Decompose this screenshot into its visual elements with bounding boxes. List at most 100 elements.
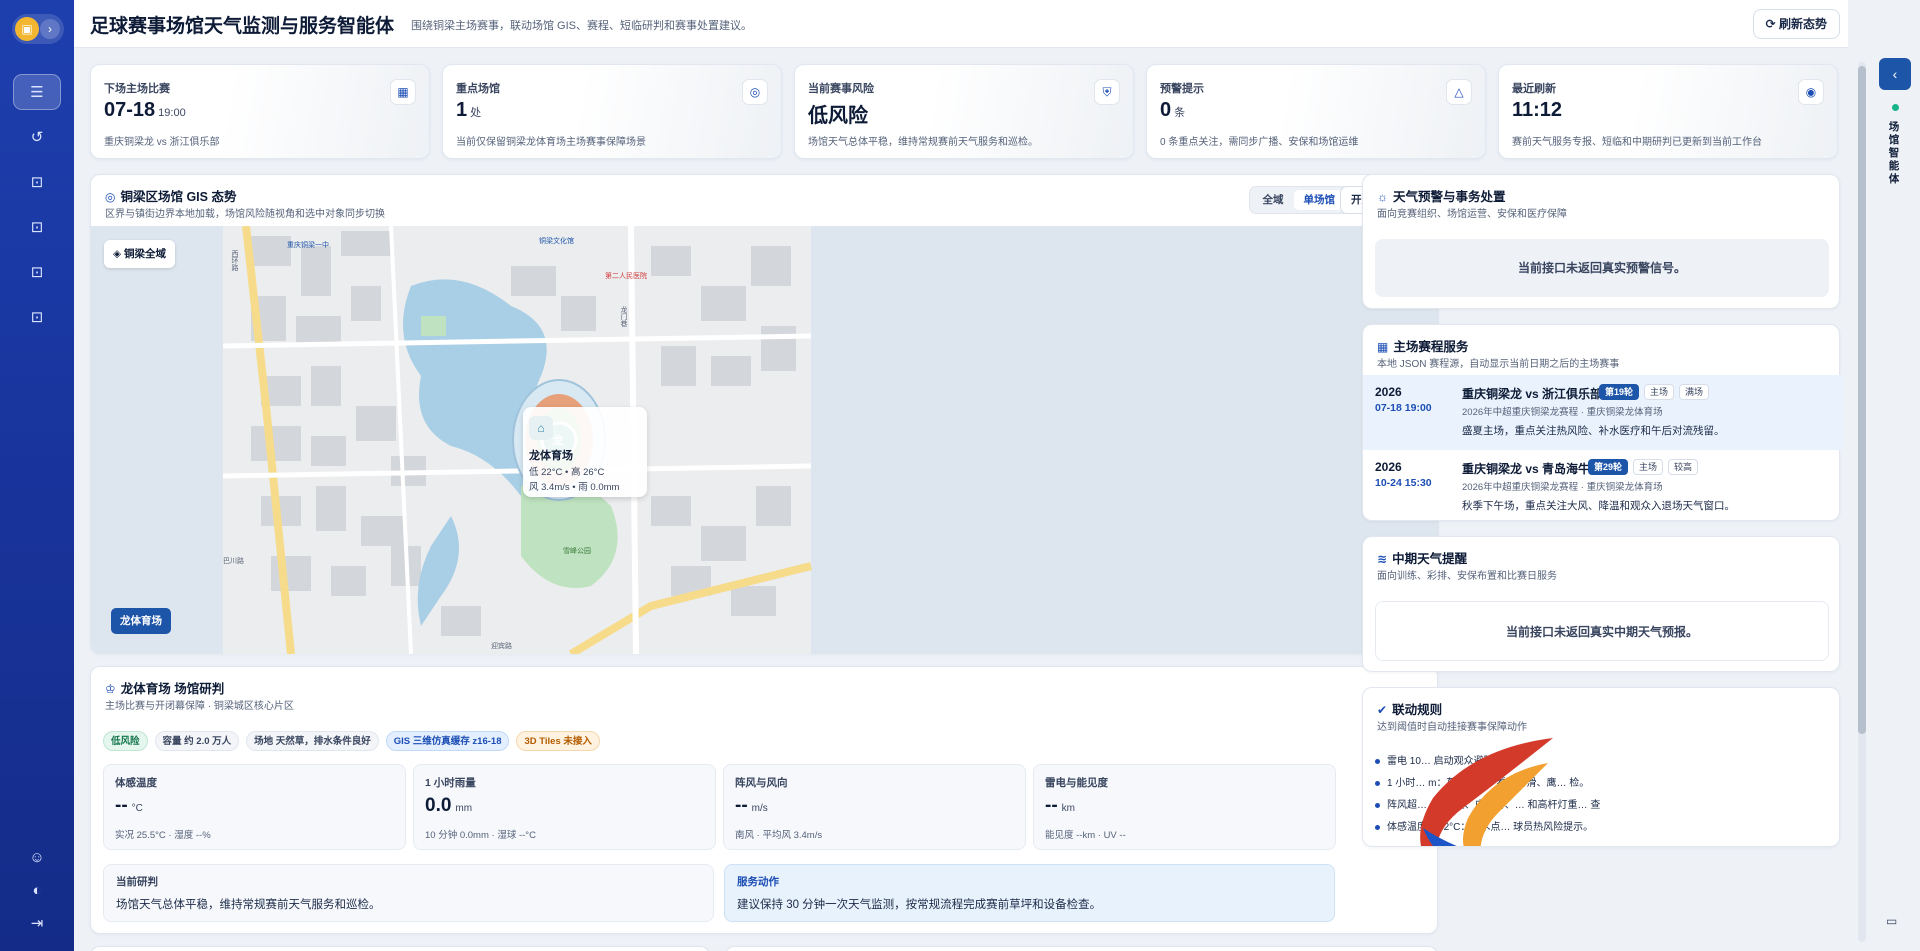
warning-icon: △ (1446, 79, 1472, 105)
kpi-label: 最近刷新 (1512, 83, 1556, 95)
map-canvas (222, 226, 812, 654)
gis-map[interactable]: 龙 重庆铜梁一中 铜梁文化馆 第二人民医院 西环路 龙门巷 雪峰公园 巴川路 迎… (91, 226, 1439, 654)
radar-icon: ◉ (1798, 79, 1824, 105)
layers-icon: ◈ (113, 248, 124, 260)
schedule-item[interactable]: 2026 10-24 15:30 重庆铜梁龙 vs 青岛海牛 第29轮 主场 较… (1363, 450, 1843, 525)
tag: 3D Tiles 未接入 (516, 731, 600, 751)
round-badge: 第19轮 (1599, 384, 1640, 400)
scrollbar[interactable] (1858, 62, 1866, 942)
card-subtitle: 面向竞赛组织、场馆运营、安保和医疗保障 (1377, 209, 1567, 220)
schedule-competition: 2026年中超重庆铜梁龙赛程 · 重庆铜梁龙体育场 (1462, 482, 1663, 493)
kpi-card-next-match: 下场主场比赛 07-18 19:00 重庆铜梁龙 vs 浙江俱乐部 ▦ (90, 64, 430, 159)
venue-chip[interactable]: 龙体育场 (111, 608, 171, 634)
venue-popup[interactable]: ⌂ 龙体育场 低 22°C • 高 26°C 风 3.4m/s • 雨 0.0m… (523, 407, 647, 497)
metric-lightning: 雷电与能见度 -- km 能见度 --km · UV -- (1033, 764, 1336, 850)
metric-note: 南风 · 平均风 3.4m/s (735, 830, 823, 841)
card-title: ▦ 主场赛程服务 (1377, 340, 1469, 354)
schedule-note: 秋季下午场，重点关注大风、降温和观众入退场天气窗口。 (1462, 500, 1735, 512)
right-rail: ‹ 场馆智能体 ▭ (1848, 48, 1920, 951)
map-label: 铜梁文化馆 (539, 238, 574, 245)
popup-temp: 低 22°C • 高 26°C (529, 467, 605, 478)
seg-all[interactable]: 全域 (1253, 190, 1294, 210)
location-icon: ◎ (742, 79, 768, 105)
kpi-desc: 重庆铜梁龙 vs 浙江俱乐部 (104, 137, 220, 148)
metric-note: 实况 25.5°C · 湿度 --% (115, 830, 211, 841)
popup-venue-name: 龙体育场 (529, 450, 573, 462)
kpi-label: 重点场馆 (456, 83, 500, 95)
seg-single-venue[interactable]: 单场馆 (1293, 190, 1345, 210)
comment-icon[interactable]: ▭ (1886, 914, 1897, 928)
stadium-icon: ⌂ (529, 416, 553, 440)
view-toggle: 全域 单场馆 (1248, 186, 1349, 214)
metric-value: -- m/s (735, 795, 768, 816)
schedule-item[interactable]: 2026 07-18 19:00 重庆铜梁龙 vs 浙江俱乐部 第19轮 主场 … (1363, 375, 1843, 450)
location-icon: ◎ (105, 190, 116, 204)
kpi-card-warnings: 预警提示 0条 0 条重点关注，需同步广播、安保和场馆运维 △ (1146, 64, 1486, 159)
map-label: 龙门巷 (620, 306, 627, 327)
venue-research-card: ♔ 龙体育场 场馆研判 主场比赛与开闭幕保障 · 铜梁城区核心片区 低风险 容量 … (90, 666, 1438, 934)
robot-icon: ▣ (15, 17, 39, 41)
expand-icon[interactable]: › (40, 19, 60, 39)
card-subtitle: 面向训练、彩排、安保布置和比赛日服务 (1377, 571, 1557, 582)
refresh-icon: ⟳ (1765, 17, 1779, 31)
map-label: 西环路 (231, 250, 238, 271)
bot-icon[interactable]: ⊡ (13, 300, 61, 336)
agent-panel-label[interactable]: 场馆智能体 (1886, 121, 1902, 186)
metric-label: 体感温度 (115, 777, 157, 789)
scroll-thumb[interactable] (1858, 66, 1866, 734)
kpi-desc: 0 条重点关注，需同步广播、安保和场馆运维 (1160, 137, 1359, 148)
schedule-competition: 2026年中超重庆铜梁龙赛程 · 重庆铜梁龙体育场 (1462, 407, 1663, 418)
metric-note: 能见度 --km · UV -- (1045, 830, 1126, 841)
metric-gust: 阵风与风向 -- m/s 南风 · 平均风 3.4m/s (723, 764, 1026, 850)
schedule-match: 重庆铜梁龙 vs 青岛海牛 (1462, 462, 1591, 476)
trophy-icon: ♔ (105, 682, 116, 696)
rules-panel: ✔ 联动规则 达到阈值时自动挂接赛事保障动作 雷电 10… 启动观众避险广播。 1… (1362, 687, 1840, 847)
kpi-desc: 赛前天气服务专报、短临和中期研判已更新到当前工作台 (1512, 137, 1762, 148)
card-title: ♔ 龙体育场 场馆研判 (105, 682, 225, 696)
calendar-icon: ▦ (390, 79, 416, 105)
home-badge: 主场 (1633, 459, 1664, 475)
current-assessment: 当前研判 场馆天气总体平稳，维持常规赛前天气服务和巡检。 (103, 864, 714, 922)
kpi-value: 11:12 (1512, 99, 1563, 121)
map-label: 雪峰公园 (563, 548, 591, 555)
round-badge: 第29轮 (1588, 459, 1629, 475)
sidebar: ▣ › ☰ ↺ ⊡ ⊡ ⊡ ⊡ ☺ ◐ ⇥ (0, 0, 74, 951)
home-badge: 主场 (1644, 384, 1675, 400)
metric-value: 0.0 mm (425, 795, 473, 816)
chevron-left-icon[interactable]: ‹ (1879, 58, 1911, 90)
gis-map-card: ◎ 铜梁区场馆 GIS 态势 区界与镇街边界本地加载，场馆风险随视角和选中对象同步… (90, 174, 1439, 654)
map-label: 巴川路 (223, 558, 244, 565)
tag: GIS 三维仿真缓存 z16-18 (385, 731, 510, 751)
region-chip[interactable]: ◈ 铜梁全域 (104, 240, 175, 268)
tag: 低风险 (103, 731, 148, 751)
metric-label: 阵风与风向 (735, 777, 788, 789)
schedule-year: 2026 (1375, 460, 1402, 474)
chat-icon[interactable]: ☰ (13, 74, 61, 110)
bot-icon[interactable]: ⊡ (13, 210, 61, 246)
check-icon: ✔ (1377, 703, 1388, 717)
user-icon[interactable]: ☺ (13, 840, 61, 876)
tag: 容量 约 2.0 万人 (154, 731, 240, 751)
kpi-label: 当前赛事风险 (808, 83, 874, 95)
sidebar-header: ▣ › (12, 14, 64, 44)
empty-state: 当前接口未返回真实预警信号。 (1375, 239, 1829, 297)
partial-card (725, 946, 1438, 951)
map-label: 第二人民医院 (605, 273, 647, 280)
palette-icon[interactable]: ◐ (13, 873, 61, 909)
refresh-button[interactable]: ⟳ 刷新态势 (1752, 9, 1840, 39)
metric-label: 雷电与能见度 (1045, 777, 1108, 789)
box-label: 服务动作 (737, 876, 779, 888)
schedule-year: 2026 (1375, 385, 1402, 399)
logout-icon[interactable]: ⇥ (13, 906, 61, 942)
warning-panel: ☼ 天气预警与事务处置 面向竞赛组织、场馆运营、安保和医疗保障 当前接口未返回真实… (1362, 174, 1840, 309)
history-icon[interactable]: ↺ (13, 120, 61, 156)
card-title: ≋ 中期天气提醒 (1377, 552, 1468, 566)
bot-icon[interactable]: ⊡ (13, 165, 61, 201)
refresh-label: 刷新态势 (1778, 17, 1827, 31)
top-header: 足球赛事场馆天气监测与服务智能体 围绕铜梁主场赛事，联动场馆 GIS、赛程、短临… (74, 0, 1848, 48)
partial-card (90, 946, 710, 951)
brand-logo (1420, 738, 1553, 846)
kpi-label: 预警提示 (1160, 83, 1204, 95)
schedule-match: 重庆铜梁龙 vs 浙江俱乐部 (1462, 387, 1603, 401)
bot-icon[interactable]: ⊡ (13, 255, 61, 291)
